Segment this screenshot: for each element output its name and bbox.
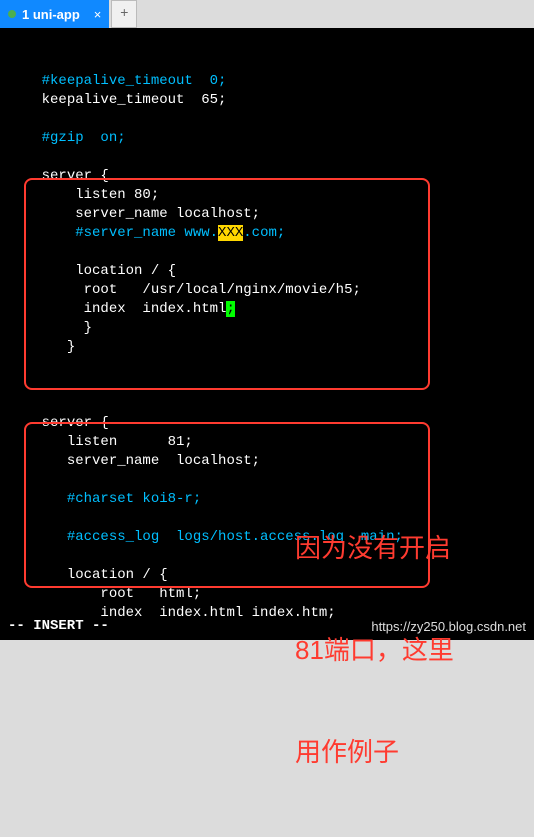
- tab-title: 1 uni-app: [22, 7, 80, 22]
- close-icon[interactable]: ×: [94, 7, 102, 22]
- code-line: listen 81;: [67, 434, 193, 450]
- code-line: location / {: [67, 567, 168, 583]
- code-line: }: [75, 320, 92, 336]
- code-line: server_name localhost;: [75, 206, 260, 222]
- code-line: keepalive_timeout 65;: [42, 92, 227, 108]
- modified-dot-icon: [8, 10, 16, 18]
- plus-icon: +: [120, 6, 128, 22]
- annotation-line: 用作例子: [295, 735, 454, 769]
- code-line: root /usr/local/nginx/movie/h5;: [75, 282, 361, 298]
- annotation-line: 81端口，这里: [295, 633, 454, 667]
- watermark-text: https://zy250.blog.csdn.net: [371, 617, 526, 636]
- code-line: #access_log logs/host.access.log main;: [67, 529, 403, 545]
- code-line: root html;: [100, 586, 201, 602]
- code-line: #charset koi8-r;: [67, 491, 201, 507]
- code-line: }: [67, 339, 75, 355]
- code-line: server {: [42, 168, 109, 184]
- code-line: index index.html index.htm;: [100, 605, 335, 621]
- code-line: index index.html: [75, 301, 226, 317]
- code-content: #keepalive_timeout 0; keepalive_timeout …: [8, 53, 534, 623]
- code-line: server {: [42, 415, 109, 431]
- code-line: server_name localhost;: [67, 453, 260, 469]
- vim-mode-status: -- INSERT --: [8, 617, 109, 636]
- code-line: #keepalive_timeout 0;: [42, 73, 227, 89]
- tab-bar: 1 uni-app × +: [0, 0, 534, 28]
- tab-uniapp[interactable]: 1 uni-app ×: [0, 0, 109, 28]
- code-line: #server_name www.: [75, 225, 218, 241]
- editor-area[interactable]: #keepalive_timeout 0; keepalive_timeout …: [0, 28, 534, 640]
- code-line: listen 80;: [75, 187, 159, 203]
- code-line: location / {: [75, 263, 176, 279]
- cursor: ;: [226, 301, 234, 317]
- code-line: .com;: [243, 225, 285, 241]
- new-tab-button[interactable]: +: [111, 0, 137, 28]
- code-line: #gzip on;: [42, 130, 126, 146]
- highlighted-text: XXX: [218, 225, 243, 241]
